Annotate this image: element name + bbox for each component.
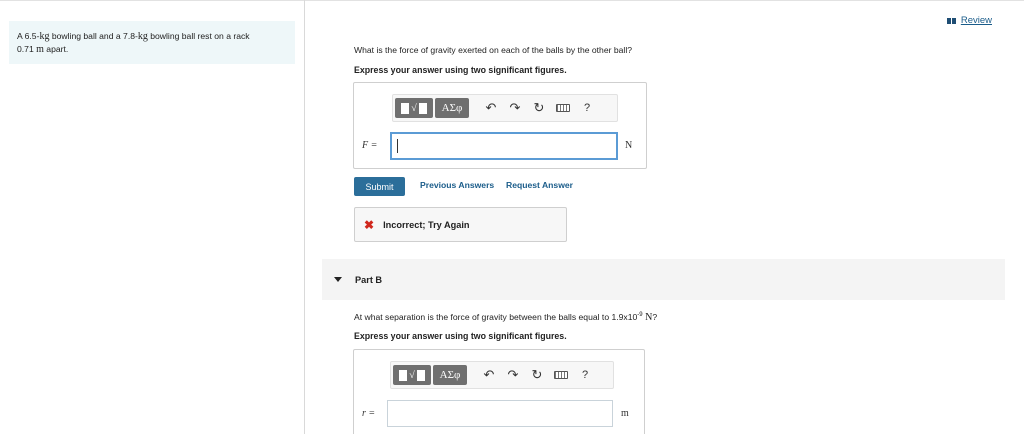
part-b-answer-input[interactable] <box>387 400 613 427</box>
problem-text-3: bowling ball rest on a rack <box>147 31 250 41</box>
keyboard-icon[interactable] <box>549 365 573 385</box>
undo-icon[interactable]: ↶ <box>479 98 503 118</box>
part-b-question-end: ? <box>652 312 658 322</box>
help-icon[interactable]: ? <box>575 98 599 118</box>
problem-text-4: apart. <box>43 44 69 54</box>
reset-icon[interactable]: ↻ <box>527 98 551 118</box>
collapse-triangle-icon <box>334 277 342 282</box>
text-caret <box>397 139 398 153</box>
greek-symbols-button[interactable]: ΑΣφ <box>433 365 467 385</box>
part-a-unit: N <box>625 140 633 151</box>
templates-button[interactable]: √ <box>393 365 431 385</box>
request-answer-link[interactable]: Request Answer <box>506 180 573 190</box>
keyboard-icon[interactable] <box>551 98 575 118</box>
problem-distance: 0.71 <box>17 44 37 54</box>
unit-m: m <box>36 44 44 55</box>
part-a-instruction: Express your answer using two significan… <box>354 65 567 75</box>
unit-kg-2: kg <box>137 31 148 42</box>
part-b-unit: m <box>621 408 629 419</box>
feedback-text: Incorrect; Try Again <box>383 219 470 230</box>
part-b-toolbar: √ ΑΣφ ↶ ↷ ↻ ? <box>390 361 614 389</box>
part-b-instruction: Express your answer using two significan… <box>354 331 567 341</box>
templates-button[interactable]: √ <box>395 98 433 118</box>
top-border <box>0 0 1024 1</box>
part-a-answer-input[interactable] <box>390 132 618 160</box>
review-link[interactable]: Review <box>946 15 992 26</box>
root-symbol: √ <box>411 102 417 114</box>
part-a-variable-label: F = <box>362 140 378 151</box>
part-b-question: At what separation is the force of gravi… <box>354 312 657 323</box>
panel-divider <box>304 0 305 434</box>
part-a-question: What is the force of gravity exerted on … <box>354 45 633 55</box>
submit-button[interactable]: Submit <box>354 177 405 196</box>
problem-text-1: A 6.5- <box>17 31 40 41</box>
root-symbol: √ <box>409 369 415 381</box>
help-icon[interactable]: ? <box>573 365 597 385</box>
incorrect-icon: ✖ <box>364 217 375 232</box>
part-a-toolbar: √ ΑΣφ ↶ ↷ ↻ ? <box>392 94 618 122</box>
review-label: Review <box>960 15 992 26</box>
part-b-question-text: At what separation is the force of gravi… <box>354 312 638 322</box>
undo-icon[interactable]: ↶ <box>477 365 501 385</box>
review-icon <box>946 17 956 24</box>
greek-symbols-button[interactable]: ΑΣφ <box>435 98 469 118</box>
part-b-header[interactable]: Part B <box>322 259 1005 300</box>
problem-text-2: bowling ball and a 7.8- <box>49 31 138 41</box>
part-b-title: Part B <box>355 274 383 285</box>
redo-icon[interactable]: ↷ <box>503 98 527 118</box>
feedback-box: ✖ Incorrect; Try Again <box>354 207 567 242</box>
part-b-variable-label: r = <box>362 408 376 419</box>
reset-icon[interactable]: ↻ <box>525 365 549 385</box>
part-b-question-unit: N <box>642 312 653 323</box>
unit-kg-1: kg <box>39 31 50 42</box>
redo-icon[interactable]: ↷ <box>501 365 525 385</box>
previous-answers-link[interactable]: Previous Answers <box>420 180 494 190</box>
problem-statement: A 6.5-kg bowling ball and a 7.8-kg bowli… <box>9 21 295 64</box>
